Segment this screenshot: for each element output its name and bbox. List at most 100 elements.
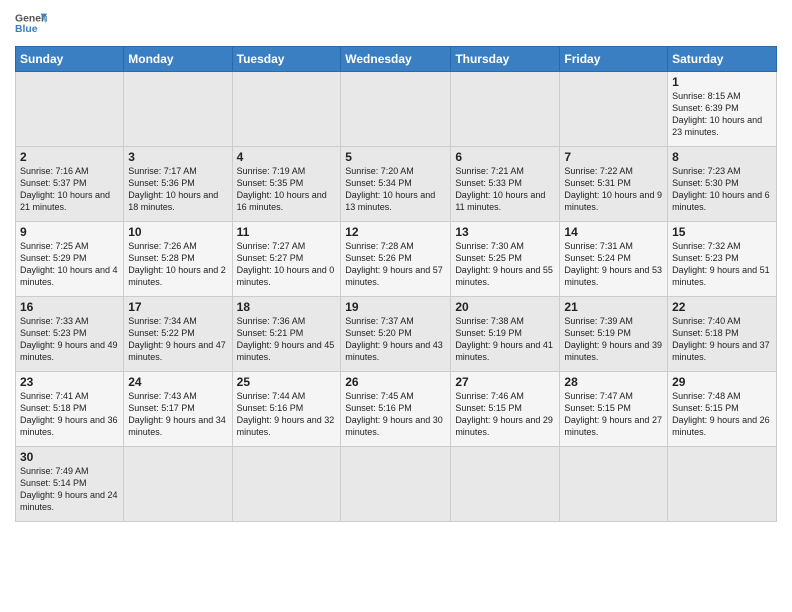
day-info: Sunrise: 7:16 AM Sunset: 5:37 PM Dayligh… [20, 165, 119, 214]
day-info: Sunrise: 8:15 AM Sunset: 6:39 PM Dayligh… [672, 90, 772, 139]
day-number: 22 [672, 300, 772, 314]
week-row-3: 9Sunrise: 7:25 AM Sunset: 5:29 PM Daylig… [16, 222, 777, 297]
day-number: 23 [20, 375, 119, 389]
calendar-cell [560, 447, 668, 522]
day-info: Sunrise: 7:38 AM Sunset: 5:19 PM Dayligh… [455, 315, 555, 364]
day-info: Sunrise: 7:46 AM Sunset: 5:15 PM Dayligh… [455, 390, 555, 439]
calendar-cell [16, 72, 124, 147]
calendar-cell: 1Sunrise: 8:15 AM Sunset: 6:39 PM Daylig… [668, 72, 777, 147]
calendar-cell: 21Sunrise: 7:39 AM Sunset: 5:19 PM Dayli… [560, 297, 668, 372]
calendar-cell: 27Sunrise: 7:46 AM Sunset: 5:15 PM Dayli… [451, 372, 560, 447]
day-info: Sunrise: 7:20 AM Sunset: 5:34 PM Dayligh… [345, 165, 446, 214]
day-number: 29 [672, 375, 772, 389]
day-number: 1 [672, 75, 772, 89]
svg-text:Blue: Blue [15, 24, 38, 35]
day-number: 26 [345, 375, 446, 389]
day-info: Sunrise: 7:44 AM Sunset: 5:16 PM Dayligh… [237, 390, 337, 439]
week-row-5: 23Sunrise: 7:41 AM Sunset: 5:18 PM Dayli… [16, 372, 777, 447]
calendar-cell: 26Sunrise: 7:45 AM Sunset: 5:16 PM Dayli… [341, 372, 451, 447]
day-info: Sunrise: 7:34 AM Sunset: 5:22 PM Dayligh… [128, 315, 227, 364]
day-number: 8 [672, 150, 772, 164]
week-row-6: 30Sunrise: 7:49 AM Sunset: 5:14 PM Dayli… [16, 447, 777, 522]
calendar-cell: 16Sunrise: 7:33 AM Sunset: 5:23 PM Dayli… [16, 297, 124, 372]
calendar-cell: 15Sunrise: 7:32 AM Sunset: 5:23 PM Dayli… [668, 222, 777, 297]
day-number: 19 [345, 300, 446, 314]
day-number: 2 [20, 150, 119, 164]
calendar-cell: 23Sunrise: 7:41 AM Sunset: 5:18 PM Dayli… [16, 372, 124, 447]
day-info: Sunrise: 7:21 AM Sunset: 5:33 PM Dayligh… [455, 165, 555, 214]
day-info: Sunrise: 7:26 AM Sunset: 5:28 PM Dayligh… [128, 240, 227, 289]
calendar-cell [124, 72, 232, 147]
day-info: Sunrise: 7:23 AM Sunset: 5:30 PM Dayligh… [672, 165, 772, 214]
day-number: 24 [128, 375, 227, 389]
weekday-header-row: SundayMondayTuesdayWednesdayThursdayFrid… [16, 47, 777, 72]
day-info: Sunrise: 7:49 AM Sunset: 5:14 PM Dayligh… [20, 465, 119, 514]
day-number: 7 [564, 150, 663, 164]
day-number: 30 [20, 450, 119, 464]
page: General Blue SundayMondayTuesdayWednesda… [0, 0, 792, 612]
day-number: 15 [672, 225, 772, 239]
calendar-cell: 3Sunrise: 7:17 AM Sunset: 5:36 PM Daylig… [124, 147, 232, 222]
day-info: Sunrise: 7:37 AM Sunset: 5:20 PM Dayligh… [345, 315, 446, 364]
day-info: Sunrise: 7:27 AM Sunset: 5:27 PM Dayligh… [237, 240, 337, 289]
day-number: 3 [128, 150, 227, 164]
week-row-4: 16Sunrise: 7:33 AM Sunset: 5:23 PM Dayli… [16, 297, 777, 372]
weekday-sunday: Sunday [16, 47, 124, 72]
day-number: 6 [455, 150, 555, 164]
calendar-cell [232, 447, 341, 522]
day-number: 28 [564, 375, 663, 389]
day-number: 13 [455, 225, 555, 239]
calendar-cell: 24Sunrise: 7:43 AM Sunset: 5:17 PM Dayli… [124, 372, 232, 447]
calendar-cell: 25Sunrise: 7:44 AM Sunset: 5:16 PM Dayli… [232, 372, 341, 447]
header: General Blue [15, 10, 777, 38]
day-number: 11 [237, 225, 337, 239]
logo: General Blue [15, 10, 47, 38]
calendar-cell [232, 72, 341, 147]
weekday-wednesday: Wednesday [341, 47, 451, 72]
day-info: Sunrise: 7:31 AM Sunset: 5:24 PM Dayligh… [564, 240, 663, 289]
day-info: Sunrise: 7:25 AM Sunset: 5:29 PM Dayligh… [20, 240, 119, 289]
calendar-cell [341, 72, 451, 147]
weekday-saturday: Saturday [668, 47, 777, 72]
weekday-tuesday: Tuesday [232, 47, 341, 72]
calendar-cell [451, 447, 560, 522]
calendar-cell: 30Sunrise: 7:49 AM Sunset: 5:14 PM Dayli… [16, 447, 124, 522]
weekday-thursday: Thursday [451, 47, 560, 72]
calendar-cell: 12Sunrise: 7:28 AM Sunset: 5:26 PM Dayli… [341, 222, 451, 297]
day-info: Sunrise: 7:40 AM Sunset: 5:18 PM Dayligh… [672, 315, 772, 364]
calendar-cell: 6Sunrise: 7:21 AM Sunset: 5:33 PM Daylig… [451, 147, 560, 222]
calendar-cell: 10Sunrise: 7:26 AM Sunset: 5:28 PM Dayli… [124, 222, 232, 297]
day-info: Sunrise: 7:17 AM Sunset: 5:36 PM Dayligh… [128, 165, 227, 214]
day-info: Sunrise: 7:22 AM Sunset: 5:31 PM Dayligh… [564, 165, 663, 214]
day-info: Sunrise: 7:36 AM Sunset: 5:21 PM Dayligh… [237, 315, 337, 364]
day-info: Sunrise: 7:41 AM Sunset: 5:18 PM Dayligh… [20, 390, 119, 439]
calendar-cell: 2Sunrise: 7:16 AM Sunset: 5:37 PM Daylig… [16, 147, 124, 222]
week-row-2: 2Sunrise: 7:16 AM Sunset: 5:37 PM Daylig… [16, 147, 777, 222]
weekday-friday: Friday [560, 47, 668, 72]
calendar-cell: 8Sunrise: 7:23 AM Sunset: 5:30 PM Daylig… [668, 147, 777, 222]
day-number: 14 [564, 225, 663, 239]
day-number: 18 [237, 300, 337, 314]
calendar-cell: 19Sunrise: 7:37 AM Sunset: 5:20 PM Dayli… [341, 297, 451, 372]
calendar-cell [451, 72, 560, 147]
calendar-cell: 7Sunrise: 7:22 AM Sunset: 5:31 PM Daylig… [560, 147, 668, 222]
calendar-cell: 13Sunrise: 7:30 AM Sunset: 5:25 PM Dayli… [451, 222, 560, 297]
day-info: Sunrise: 7:48 AM Sunset: 5:15 PM Dayligh… [672, 390, 772, 439]
calendar-table: SundayMondayTuesdayWednesdayThursdayFrid… [15, 46, 777, 522]
calendar-cell: 18Sunrise: 7:36 AM Sunset: 5:21 PM Dayli… [232, 297, 341, 372]
calendar-cell: 11Sunrise: 7:27 AM Sunset: 5:27 PM Dayli… [232, 222, 341, 297]
generalblue-icon: General Blue [15, 10, 47, 38]
day-number: 25 [237, 375, 337, 389]
calendar-cell [668, 447, 777, 522]
day-number: 12 [345, 225, 446, 239]
calendar-cell: 4Sunrise: 7:19 AM Sunset: 5:35 PM Daylig… [232, 147, 341, 222]
day-number: 10 [128, 225, 227, 239]
week-row-1: 1Sunrise: 8:15 AM Sunset: 6:39 PM Daylig… [16, 72, 777, 147]
calendar-cell [341, 447, 451, 522]
calendar-cell [560, 72, 668, 147]
day-number: 5 [345, 150, 446, 164]
day-info: Sunrise: 7:19 AM Sunset: 5:35 PM Dayligh… [237, 165, 337, 214]
day-info: Sunrise: 7:45 AM Sunset: 5:16 PM Dayligh… [345, 390, 446, 439]
day-number: 4 [237, 150, 337, 164]
day-info: Sunrise: 7:43 AM Sunset: 5:17 PM Dayligh… [128, 390, 227, 439]
